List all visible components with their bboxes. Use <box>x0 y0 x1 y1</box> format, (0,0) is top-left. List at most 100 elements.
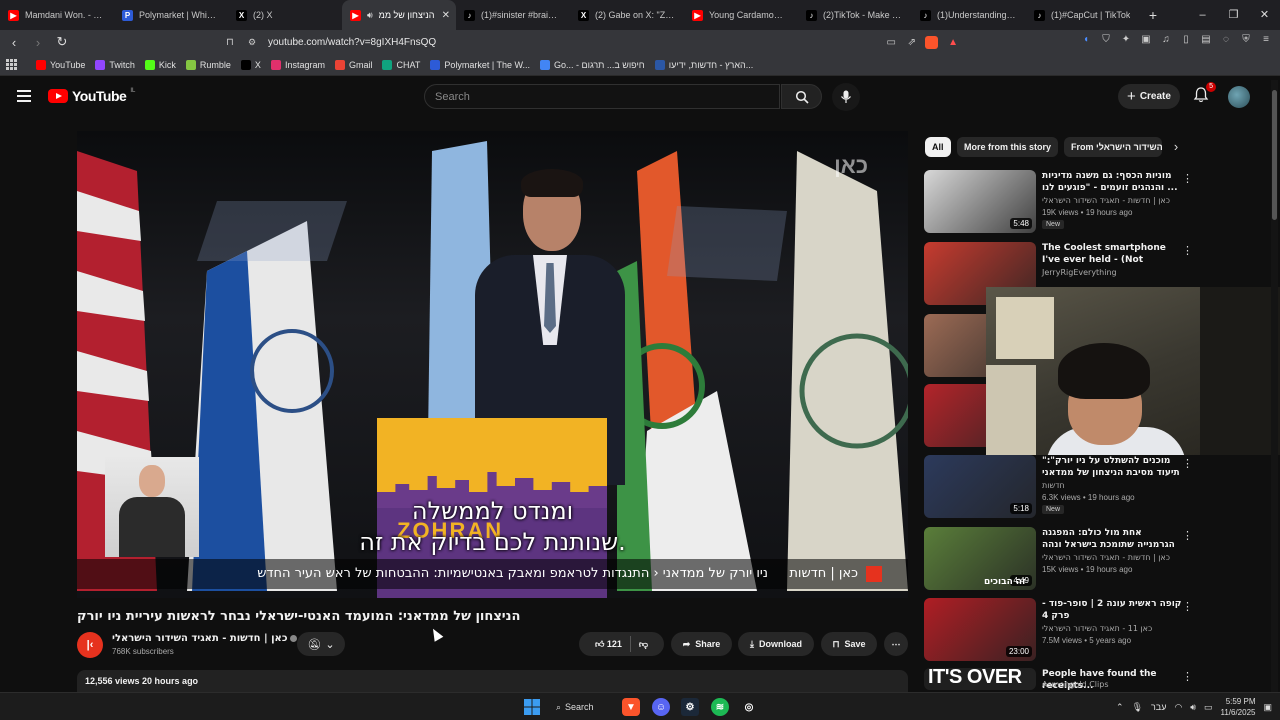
shield-icon[interactable]: ⛨ <box>1240 34 1252 46</box>
recommendation-item[interactable]: 4:49 זה הבוכים אחת מול כולם: המפגנה הגרמני… <box>924 527 1269 593</box>
browser-tab[interactable]: ♪ (1)#CapCut | TikTok <box>1026 0 1140 30</box>
apps-grid-icon[interactable] <box>6 58 18 71</box>
back-icon[interactable]: ‹ <box>4 35 24 50</box>
bookmark-item[interactable]: הארץ - חדשות, ידיעו... <box>654 59 753 70</box>
channel-name[interactable]: כאן | חדשות - תאגיד השידור הישראלי <box>112 633 297 644</box>
translate-icon[interactable]: ◖ <box>1080 34 1092 46</box>
video-thumbnail[interactable]: 4:49 זה הבוכים <box>924 527 1036 590</box>
browser-tab[interactable]: ▶ Mamdani Won. - YouTube <box>0 0 114 30</box>
browser-tab[interactable]: ▶ Young Cardamom & HAN <box>684 0 798 30</box>
bookmark-icon[interactable]: ⊓ <box>226 37 234 48</box>
reload-icon[interactable]: ↻ <box>52 34 72 50</box>
more-options-icon[interactable]: ⋮ <box>1182 244 1193 257</box>
filter-chip[interactable]: More from this story <box>957 137 1059 157</box>
recommendation-channel[interactable]: Asmongold Clips <box>1042 680 1109 689</box>
filter-chip[interactable]: All <box>925 137 951 157</box>
bookmark-item[interactable]: Go... - חיפוש ב... תרגום <box>540 59 645 70</box>
download-button[interactable]: ⤓ Download <box>738 632 814 656</box>
subscription-button[interactable]: 🔕︎ ⌄ <box>297 632 345 656</box>
more-options-icon[interactable]: ⋮ <box>1182 600 1193 613</box>
channel-avatar[interactable]: |‹ <box>77 632 103 658</box>
search-box[interactable] <box>424 84 780 109</box>
forward-icon[interactable]: › <box>28 35 48 50</box>
obs-icon[interactable]: ◎ <box>740 698 758 716</box>
bookmark-item[interactable]: YouTube <box>36 59 85 70</box>
video-thumbnail[interactable]: 23:00 <box>924 598 1036 661</box>
sidebar-icon[interactable]: ▯ <box>1180 34 1192 46</box>
spotify-icon[interactable]: ≋ <box>711 698 729 716</box>
browser-tab[interactable]: X (2) X <box>228 0 342 30</box>
share-page-icon[interactable]: ⇗ <box>908 37 916 48</box>
bookmark-item[interactable]: CHAT <box>382 59 420 70</box>
hamburger-menu-icon[interactable] <box>17 90 31 102</box>
more-options-icon[interactable]: ⋮ <box>1182 670 1193 683</box>
dislike-button[interactable]: 👎︎ <box>639 639 648 650</box>
recommendation-channel[interactable]: כאן 11 - תאגיד השידור הישראלי <box>1042 624 1152 633</box>
video-thumbnail[interactable]: 5:18 <box>924 455 1036 518</box>
notifications-button[interactable]: 5 <box>1192 82 1216 106</box>
wallet-icon[interactable]: ▤ <box>1200 34 1212 46</box>
recommendation-item[interactable]: 5:48 מוניות הכסף: גם משנה מדיניות והנהגים… <box>924 170 1269 236</box>
browser-menu-icon[interactable]: ≡ <box>1260 34 1272 46</box>
more-options-icon[interactable]: ⋮ <box>1182 172 1193 185</box>
recommendation-title[interactable]: The Coolest smartphone I've ever held - … <box>1042 242 1182 266</box>
brave-rewards-icon[interactable]: ▲ <box>948 37 958 48</box>
browser-tab[interactable]: X (2) Gabe on X: "Zelensky <box>570 0 684 30</box>
language-indicator[interactable]: עבר <box>1151 702 1166 712</box>
browser-tab[interactable]: ♪ (1)#sinister #brainrot # <box>456 0 570 30</box>
more-actions-button[interactable]: ⋯ <box>884 632 908 656</box>
page-scrollbar[interactable] <box>1271 80 1278 692</box>
brave-shields-icon[interactable] <box>925 35 938 49</box>
notification-center-icon[interactable]: ▣ <box>1263 702 1272 713</box>
youtube-logo[interactable]: YouTube IL <box>48 88 135 104</box>
browser-tab[interactable]: ♪ (2)TikTok - Make Your Day <box>798 0 912 30</box>
volume-icon[interactable]: 🔊︎ <box>1190 702 1196 713</box>
recommendation-item[interactable]: 5:18 "מוכנים להשתלט על ניו יורק": תיעוד מ… <box>924 455 1269 521</box>
maximize-icon[interactable]: ❐ <box>1218 0 1249 30</box>
chevron-up-icon[interactable]: ⌃ <box>1116 702 1124 713</box>
recommendation-item[interactable]: 23:00 קופה ראשית עונה 2 | סופר-פוד - פרק … <box>924 598 1269 664</box>
browser-tab[interactable]: P Polymarket | Which party <box>114 0 228 30</box>
create-button[interactable]: + Create <box>1118 84 1180 109</box>
site-info-icon[interactable]: ⚙ <box>248 37 256 48</box>
leo-icon[interactable]: ◌ <box>1220 34 1232 46</box>
recommendation-title[interactable]: קופה ראשית עונה 2 | סופר-פוד - פרק 4 <box>1042 598 1182 622</box>
account-avatar[interactable] <box>1228 86 1250 108</box>
more-options-icon[interactable]: ⋮ <box>1182 457 1193 470</box>
recommendation-title[interactable]: "מוכנים להשתלט על ניו יורק": תיעוד מסיבת… <box>1042 455 1182 479</box>
like-button[interactable]: 👍︎ 121 <box>595 639 622 650</box>
search-input[interactable] <box>425 85 779 108</box>
taskbar-search[interactable]: ⌕ Search <box>556 698 594 716</box>
close-window-icon[interactable]: ✕ <box>1249 0 1280 30</box>
search-button[interactable] <box>781 84 822 109</box>
bookmark-item[interactable]: Kick <box>144 59 176 70</box>
bookmark-item[interactable]: Twitch <box>95 59 135 70</box>
screenshot-icon[interactable]: ▣ <box>1140 34 1152 46</box>
media-icon[interactable]: ♫ <box>1160 34 1172 46</box>
clock[interactable]: 5:59 PM 11/6/2025 <box>1220 696 1255 718</box>
battery-icon[interactable]: ▭ <box>1204 702 1213 713</box>
close-tab-icon[interactable]: ✕ <box>442 10 450 21</box>
browser-tab[interactable]: ♪ (1)Understanding the <box>912 0 1026 30</box>
steam-icon[interactable]: ⚙ <box>681 698 699 716</box>
tab-audio-icon[interactable]: 🔊︎ <box>367 10 373 21</box>
recommendation-channel[interactable]: כאן | חדשות - תאגיד השידור הישראלי <box>1042 196 1170 205</box>
more-options-icon[interactable]: ⋮ <box>1182 529 1193 542</box>
url-text[interactable]: youtube.com/watch?v=8gIXH4FnsQQ <box>268 37 436 48</box>
bookmark-item[interactable]: X <box>240 59 261 70</box>
microphone-tray-icon[interactable]: 🎙︎ <box>1132 702 1143 713</box>
recommendation-channel[interactable]: חדשות <box>1042 481 1065 490</box>
recommendation-title[interactable]: אחת מול כולם: המפגנה הגרמנייה שתומכת ביש… <box>1042 527 1182 551</box>
voice-search-button[interactable] <box>832 83 860 111</box>
browser-tab[interactable]: ▶ 🔊︎ הניצחון של ממ ✕ <box>342 0 456 30</box>
bookmark-item[interactable]: Instagram <box>270 59 325 70</box>
minimize-icon[interactable]: – <box>1187 0 1218 30</box>
share-button[interactable]: ➦ Share <box>671 632 732 656</box>
url-box[interactable]: ⊓ ⚙ youtube.com/watch?v=8gIXH4FnsQQ ▭ ⇗ … <box>220 32 960 52</box>
bookmark-item[interactable]: Gmail <box>334 59 372 70</box>
discord-icon[interactable]: ☺ <box>652 698 670 716</box>
brave-browser-icon[interactable]: ▼ <box>622 698 640 716</box>
video-thumbnail[interactable]: 5:48 <box>924 170 1036 233</box>
recommendation-title[interactable]: מוניות הכסף: גם משנה מדיניות והנהגים זוע… <box>1042 170 1182 194</box>
bookmark-item[interactable]: Polymarket | The W... <box>430 59 530 70</box>
